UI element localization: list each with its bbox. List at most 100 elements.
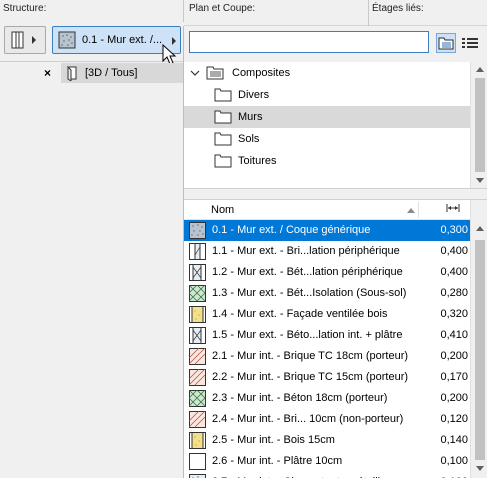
material-swatch-icon xyxy=(189,453,206,470)
material-swatch-icon xyxy=(189,222,206,239)
material-swatch-icon xyxy=(189,285,206,302)
row-thickness: 0,400 xyxy=(440,245,468,257)
structure-type-button[interactable] xyxy=(4,26,46,54)
row-name: 2.3 - Mur int. - Béton 18cm (porteur) xyxy=(212,392,388,404)
material-swatch-icon xyxy=(189,243,206,260)
row-thickness: 0,410 xyxy=(440,329,468,341)
table-row[interactable]: 1.1 - Mur ext. - Bri...lation périphériq… xyxy=(184,241,470,262)
material-swatch-icon xyxy=(189,264,206,281)
material-swatch-icon xyxy=(189,390,206,407)
row-thickness: 0,140 xyxy=(440,434,468,446)
view-chip[interactable]: [3D / Tous] xyxy=(61,63,183,83)
chevron-down-icon xyxy=(190,70,200,76)
structure-current-label: 0.1 - Mur ext. /... xyxy=(82,34,163,46)
expand-right-icon xyxy=(32,36,36,44)
table-row[interactable]: 2.5 - Mur int. - Bois 15cm 0,140 xyxy=(184,430,470,451)
pane-splitter[interactable] xyxy=(184,188,487,200)
tree-label: Sols xyxy=(238,133,260,145)
row-name: 2.2 - Mur int. - Brique TC 15cm (porteur… xyxy=(212,371,409,383)
table-row[interactable]: 2.6 - Mur int. - Plâtre 10cm 0,100 xyxy=(184,451,470,472)
table-row[interactable]: 2.2 - Mur int. - Brique TC 15cm (porteur… xyxy=(184,367,470,388)
table-row[interactable]: 0.1 - Mur ext. / Coque générique 0,300 xyxy=(184,220,470,241)
scroll-down-icon[interactable] xyxy=(476,466,484,471)
view-row: × [3D / Tous] xyxy=(0,62,183,84)
row-name: 1.4 - Mur ext. - Façade ventilée bois xyxy=(212,308,388,320)
table-row[interactable]: 1.4 - Mur ext. - Façade ventilée bois 0,3… xyxy=(184,304,470,325)
header-structure: Structure: xyxy=(3,3,47,14)
table-row[interactable]: 1.2 - Mur ext. - Bét...lation périphériq… xyxy=(184,262,470,283)
row-thickness: 0,100 xyxy=(440,455,468,467)
3d-box-icon xyxy=(67,65,77,81)
table-row[interactable]: 2.1 - Mur int. - Brique TC 18cm (porteur… xyxy=(184,346,470,367)
material-swatch-icon xyxy=(189,348,206,365)
row-thickness: 0,400 xyxy=(440,266,468,278)
table-header: Nom xyxy=(184,200,470,220)
row-name: 0.1 - Mur ext. / Coque générique xyxy=(212,224,371,236)
row-thickness: 0,280 xyxy=(440,287,468,299)
composite-swatch-icon xyxy=(58,31,76,49)
list-view-button[interactable] xyxy=(460,33,480,53)
tree-item-murs[interactable]: Murs xyxy=(184,106,470,128)
scroll-down-icon[interactable] xyxy=(476,178,484,183)
header-divider xyxy=(368,0,369,26)
material-swatch-icon xyxy=(189,306,206,323)
row-name: 2.4 - Mur int. - Bri... 10cm (non-porteu… xyxy=(212,413,404,425)
material-swatch-icon xyxy=(189,327,206,344)
scroll-up-icon[interactable] xyxy=(476,226,484,231)
table-scrollbar[interactable] xyxy=(470,200,487,478)
tree-label: Composites xyxy=(232,67,291,79)
tree-scrollbar[interactable] xyxy=(470,62,487,188)
row-name: 2.6 - Mur int. - Plâtre 10cm xyxy=(212,455,343,467)
table-row[interactable]: 2.7 - Mur int. - Clo...ontants métalliqu… xyxy=(184,472,470,478)
tree-label: Divers xyxy=(238,89,270,101)
folder-tree: Composites Divers Murs Sols Toitures xyxy=(184,62,470,188)
folder-list-icon xyxy=(438,37,454,50)
folder-icon xyxy=(214,88,232,102)
table-row[interactable]: 2.3 - Mur int. - Béton 18cm (porteur) 0,2… xyxy=(184,388,470,409)
scrollbar-thumb[interactable] xyxy=(475,240,485,460)
search-input[interactable] xyxy=(189,31,429,53)
folder-open-icon xyxy=(206,66,224,80)
row-name: 2.1 - Mur int. - Brique TC 18cm (porteur… xyxy=(212,350,409,362)
table-row[interactable]: 1.3 - Mur ext. - Bét...Isolation (Sous-s… xyxy=(184,283,470,304)
door-panel-icon xyxy=(11,31,24,49)
structure-row: 0.1 - Mur ext. /... xyxy=(0,22,184,65)
tree-item-divers[interactable]: Divers xyxy=(184,84,470,106)
header-etages: Étages liés: xyxy=(372,3,424,14)
row-thickness: 0,170 xyxy=(440,371,468,383)
row-name: 1.5 - Mur ext. - Béto...lation int. + pl… xyxy=(212,329,403,341)
scroll-up-icon[interactable] xyxy=(476,67,484,72)
material-swatch-icon xyxy=(189,411,206,428)
column-header-name[interactable]: Nom xyxy=(211,204,234,216)
header-plan-coupe: Plan et Coupe: xyxy=(189,3,256,14)
tree-label: Murs xyxy=(238,111,263,123)
close-icon[interactable]: × xyxy=(44,66,51,80)
folder-icon xyxy=(214,154,232,168)
scrollbar-thumb[interactable] xyxy=(475,78,485,172)
row-thickness: 0,200 xyxy=(440,392,468,404)
search-row xyxy=(184,26,487,62)
row-thickness: 0,300 xyxy=(440,224,468,236)
row-name: 1.1 - Mur ext. - Bri...lation périphériq… xyxy=(212,245,400,257)
list-icon xyxy=(462,38,478,48)
column-divider[interactable] xyxy=(418,202,419,218)
row-thickness: 0,200 xyxy=(440,350,468,362)
table-row[interactable]: 1.5 - Mur ext. - Béto...lation int. + pl… xyxy=(184,325,470,346)
tree-label: Toitures xyxy=(238,155,277,167)
tree-item-toitures[interactable]: Toitures xyxy=(184,150,470,172)
composites-panel: Composites Divers Murs Sols Toitures Nom… xyxy=(183,26,487,478)
composites-table: 0.1 - Mur ext. / Coque générique 0,300 1.1… xyxy=(184,220,470,478)
tree-item-composites[interactable]: Composites xyxy=(184,62,470,84)
folder-icon xyxy=(214,110,232,124)
sort-asc-icon xyxy=(407,208,415,213)
material-swatch-icon xyxy=(189,432,206,449)
folder-view-button[interactable] xyxy=(436,33,456,53)
thickness-icon[interactable] xyxy=(446,203,460,213)
row-thickness: 0,320 xyxy=(440,308,468,320)
row-name: 1.3 - Mur ext. - Bét...Isolation (Sous-s… xyxy=(212,287,407,299)
folder-icon xyxy=(214,132,232,146)
material-swatch-icon xyxy=(189,474,206,478)
row-name: 2.5 - Mur int. - Bois 15cm xyxy=(212,434,335,446)
table-row[interactable]: 2.4 - Mur int. - Bri... 10cm (non-porteu… xyxy=(184,409,470,430)
tree-item-sols[interactable]: Sols xyxy=(184,128,470,150)
